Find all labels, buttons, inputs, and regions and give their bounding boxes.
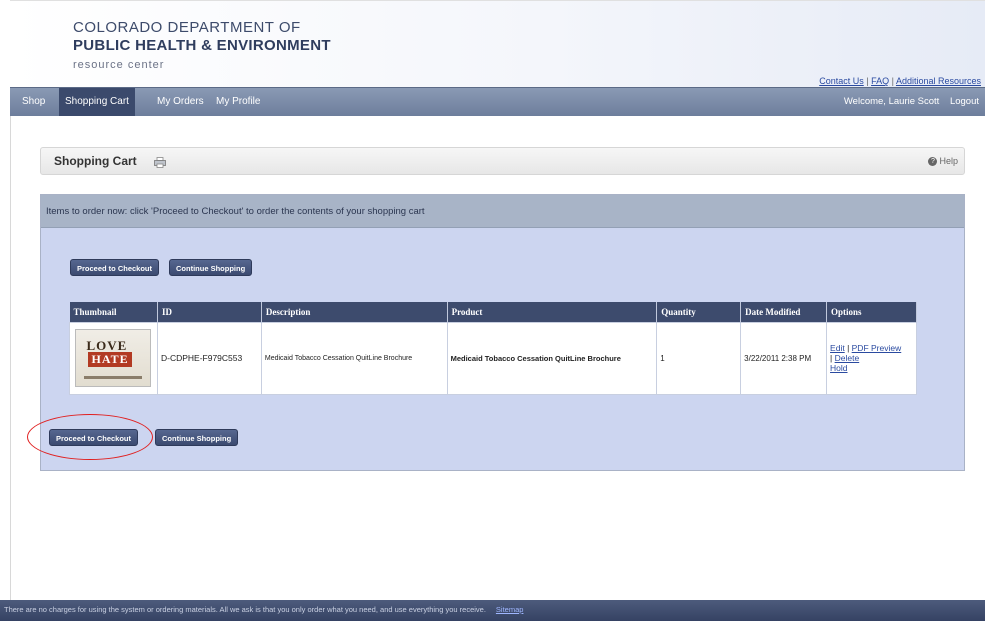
faq-link[interactable]: FAQ [871, 76, 889, 86]
description-cell: Medicaid Tobacco Cessation QuitLine Broc… [260, 321, 448, 395]
col-options: Options [826, 302, 917, 322]
options-cell: Edit | PDF Preview | Delete Hold [826, 321, 917, 395]
help-label: Help [939, 156, 958, 166]
site-header: COLORADO DEPARTMENT OF PUBLIC HEALTH & E… [10, 0, 985, 87]
welcome-text: Welcome, Laurie Scott [843, 96, 940, 107]
logo-line-2: PUBLIC HEALTH & ENVIRONMENT [73, 37, 331, 54]
nav-item-shopping-cart[interactable]: Shopping Cart [59, 88, 135, 116]
delete-link[interactable]: Delete [835, 353, 860, 363]
hold-link[interactable]: Hold [830, 363, 847, 373]
id-cell: D-CDPHE-F979C553 [156, 321, 262, 395]
page-title-bar: Shopping Cart ? Help [40, 147, 965, 175]
nav-item-my-orders[interactable]: My Orders [151, 88, 210, 116]
footer-message: There are no charges for using the syste… [4, 605, 486, 614]
page-title: Shopping Cart [54, 154, 137, 168]
printer-icon[interactable] [154, 157, 166, 168]
col-product: Product [447, 302, 658, 322]
logo-line-3: resource center [73, 59, 165, 71]
edit-link[interactable]: Edit [830, 343, 845, 353]
continue-shopping-button-top[interactable]: Continue Shopping [169, 259, 253, 276]
pdf-preview-link[interactable]: PDF Preview [852, 343, 902, 353]
help-circle-icon: ? [928, 157, 938, 167]
highlight-oval [27, 414, 153, 460]
cart-table: Thumbnail ID Description Product Quantit… [69, 302, 917, 395]
nav-user-area: Welcome, Laurie Scott Logout [836, 88, 979, 116]
product-cell: Medicaid Tobacco Cessation QuitLine Broc… [446, 321, 658, 395]
panel-header: Items to order now: click 'Proceed to Ch… [41, 195, 964, 228]
thumbnail-text-hate: HATE [88, 352, 132, 367]
top-links: Contact Us | FAQ | Additional Resources [819, 76, 981, 86]
proceed-to-checkout-button-top[interactable]: Proceed to Checkout [70, 259, 160, 276]
table-header-row: Thumbnail ID Description Product Quantit… [69, 302, 917, 322]
logout-link[interactable]: Logout [950, 96, 979, 107]
continue-shopping-button-bottom[interactable]: Continue Shopping [155, 429, 239, 446]
date-modified-cell: 3/22/2011 2:38 PM [740, 321, 828, 395]
thumbnail-cell: LOVE HATE [69, 321, 158, 395]
cart-panel: Items to order now: click 'Proceed to Ch… [40, 194, 965, 471]
divider [10, 116, 11, 600]
table-row: LOVE HATE D-CDPHE-F979C553 Medicaid Toba… [69, 321, 917, 395]
site-footer: There are no charges for using the syste… [0, 600, 985, 621]
product-thumbnail[interactable]: LOVE HATE [75, 329, 152, 387]
nav-item-my-profile[interactable]: My Profile [210, 88, 266, 116]
col-quantity: Quantity [656, 302, 742, 322]
instructions-text: Items to order now: click 'Proceed to Ch… [46, 206, 425, 217]
contact-us-link[interactable]: Contact Us [819, 76, 864, 86]
col-date-modified: Date Modified [740, 302, 828, 322]
logo-line-1: COLORADO DEPARTMENT OF [73, 19, 301, 36]
sitemap-link[interactable]: Sitemap [496, 605, 524, 614]
quantity-cell: 1 [656, 321, 742, 395]
main-nav: Shop Shopping Cart My Orders My Profile … [10, 87, 985, 116]
help-link[interactable]: ? Help [928, 156, 958, 167]
col-description: Description [261, 302, 448, 322]
col-thumbnail: Thumbnail [69, 302, 158, 322]
footer-text: There are no charges for using the syste… [4, 605, 523, 614]
col-id: ID [157, 302, 262, 322]
additional-resources-link[interactable]: Additional Resources [896, 76, 981, 86]
page: COLORADO DEPARTMENT OF PUBLIC HEALTH & E… [0, 0, 985, 621]
thumbnail-strip [84, 376, 143, 379]
nav-item-shop[interactable]: Shop [16, 88, 51, 116]
